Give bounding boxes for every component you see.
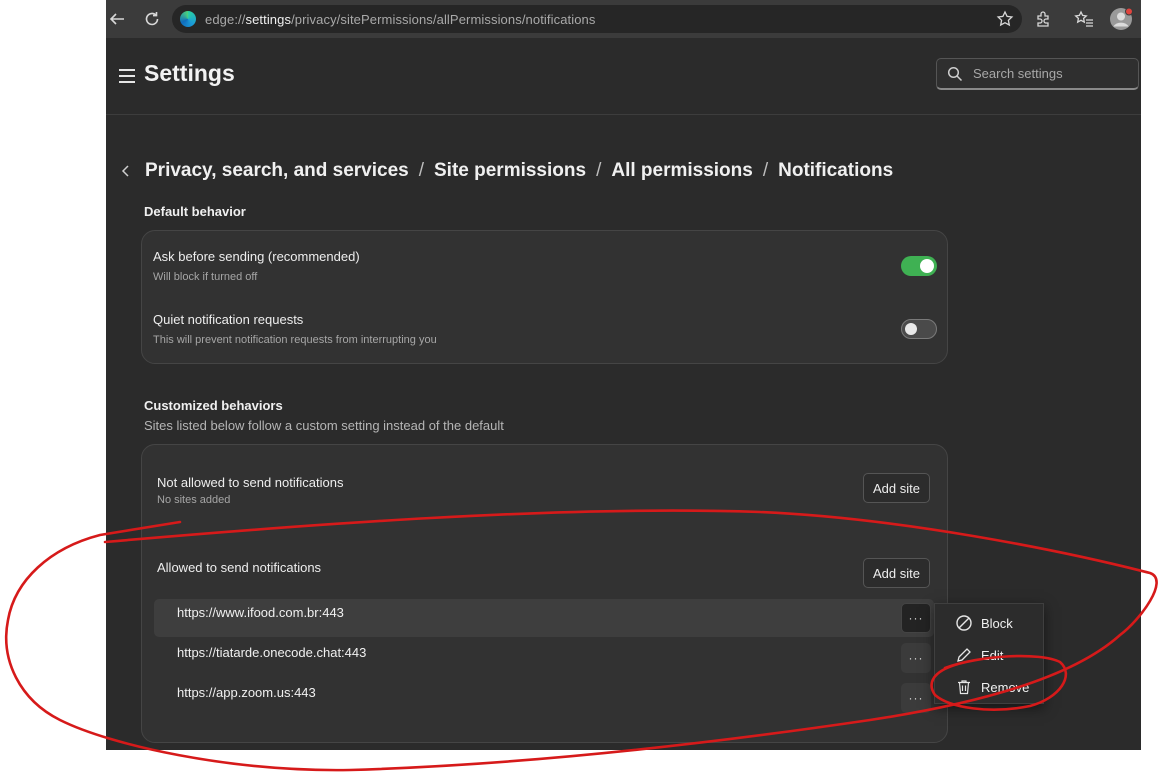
breadcrumb-item-all-permissions[interactable]: All permissions xyxy=(611,160,753,181)
site-context-menu: Block Edit Remove xyxy=(934,603,1044,704)
search-input[interactable] xyxy=(971,65,1135,82)
default-behavior-card: Ask before sending (recommended) Will bl… xyxy=(141,230,948,364)
customized-behaviors-label: Customized behaviors xyxy=(144,398,283,413)
ask-before-sending-toggle[interactable] xyxy=(901,256,937,276)
block-icon xyxy=(955,614,973,632)
edge-logo-icon xyxy=(180,11,196,27)
breadcrumb-text: Privacy, search, and services / Site permi… xyxy=(145,160,894,181)
site-url: https://www.ifood.com.br:443 xyxy=(177,605,344,620)
breadcrumb-item-privacy[interactable]: Privacy, search, and services xyxy=(145,160,409,181)
breadcrumb-item-notifications: Notifications xyxy=(778,160,894,181)
customized-behaviors-subtitle: Sites listed below follow a custom setti… xyxy=(144,418,504,433)
quiet-requests-subtitle: This will prevent notification requests … xyxy=(153,334,437,346)
search-box[interactable] xyxy=(936,58,1139,90)
ask-before-sending-subtitle: Will block if turned off xyxy=(153,271,258,283)
site-row[interactable]: https://tiatarde.onecode.chat:443 ··· xyxy=(154,639,934,677)
profile-avatar-icon[interactable] xyxy=(1109,7,1133,31)
address-url[interactable]: edge://settings/privacy/sitePermissions/… xyxy=(205,12,595,27)
pencil-icon xyxy=(955,646,973,664)
back-arrow-icon[interactable] xyxy=(106,8,128,30)
breadcrumb-item-site-permissions[interactable]: Site permissions xyxy=(434,160,586,181)
menu-hamburger-icon[interactable] xyxy=(119,69,135,83)
menu-item-edit[interactable]: Edit xyxy=(935,639,1045,671)
refresh-icon[interactable] xyxy=(141,8,163,30)
edge-window: edge://settings/privacy/sitePermissions/… xyxy=(106,0,1141,750)
favorites-icon[interactable] xyxy=(1073,8,1095,30)
menu-item-block[interactable]: Block xyxy=(935,607,1045,639)
site-url: https://app.zoom.us:443 xyxy=(177,685,316,700)
allowed-title: Allowed to send notifications xyxy=(157,560,322,575)
more-options-button[interactable]: ··· xyxy=(901,643,931,673)
not-allowed-title: Not allowed to send notifications xyxy=(157,475,344,490)
more-options-button[interactable]: ··· xyxy=(901,603,931,633)
more-options-button[interactable]: ··· xyxy=(901,683,931,713)
not-allowed-subtitle: No sites added xyxy=(157,494,231,506)
trash-icon xyxy=(955,678,973,696)
site-row[interactable]: https://app.zoom.us:443 ··· xyxy=(154,679,934,717)
extensions-puzzle-icon[interactable] xyxy=(1032,8,1054,30)
settings-header: Settings xyxy=(106,38,1141,115)
site-row[interactable]: https://www.ifood.com.br:443 ··· xyxy=(154,599,934,637)
site-url: https://tiatarde.onecode.chat:443 xyxy=(177,645,367,660)
page-title: Settings xyxy=(144,60,235,86)
allowed-add-site-button[interactable]: Add site xyxy=(863,558,930,588)
chevron-left-icon[interactable] xyxy=(121,161,135,181)
quiet-requests-title: Quiet notification requests xyxy=(153,312,304,327)
browser-toolbar: edge://settings/privacy/sitePermissions/… xyxy=(106,0,1141,38)
default-behavior-label: Default behavior xyxy=(144,204,246,219)
search-icon xyxy=(947,66,963,81)
favorite-star-icon[interactable] xyxy=(994,8,1016,30)
not-allowed-add-site-button[interactable]: Add site xyxy=(863,473,930,503)
breadcrumb: Privacy, search, and services / Site permi… xyxy=(121,160,893,182)
quiet-requests-toggle[interactable] xyxy=(901,319,937,339)
address-bar[interactable]: edge://settings/privacy/sitePermissions/… xyxy=(172,5,1022,33)
customized-behaviors-card: Not allowed to send notifications No sit… xyxy=(141,444,948,743)
menu-item-remove[interactable]: Remove xyxy=(935,671,1045,703)
ask-before-sending-title: Ask before sending (recommended) xyxy=(153,249,360,264)
